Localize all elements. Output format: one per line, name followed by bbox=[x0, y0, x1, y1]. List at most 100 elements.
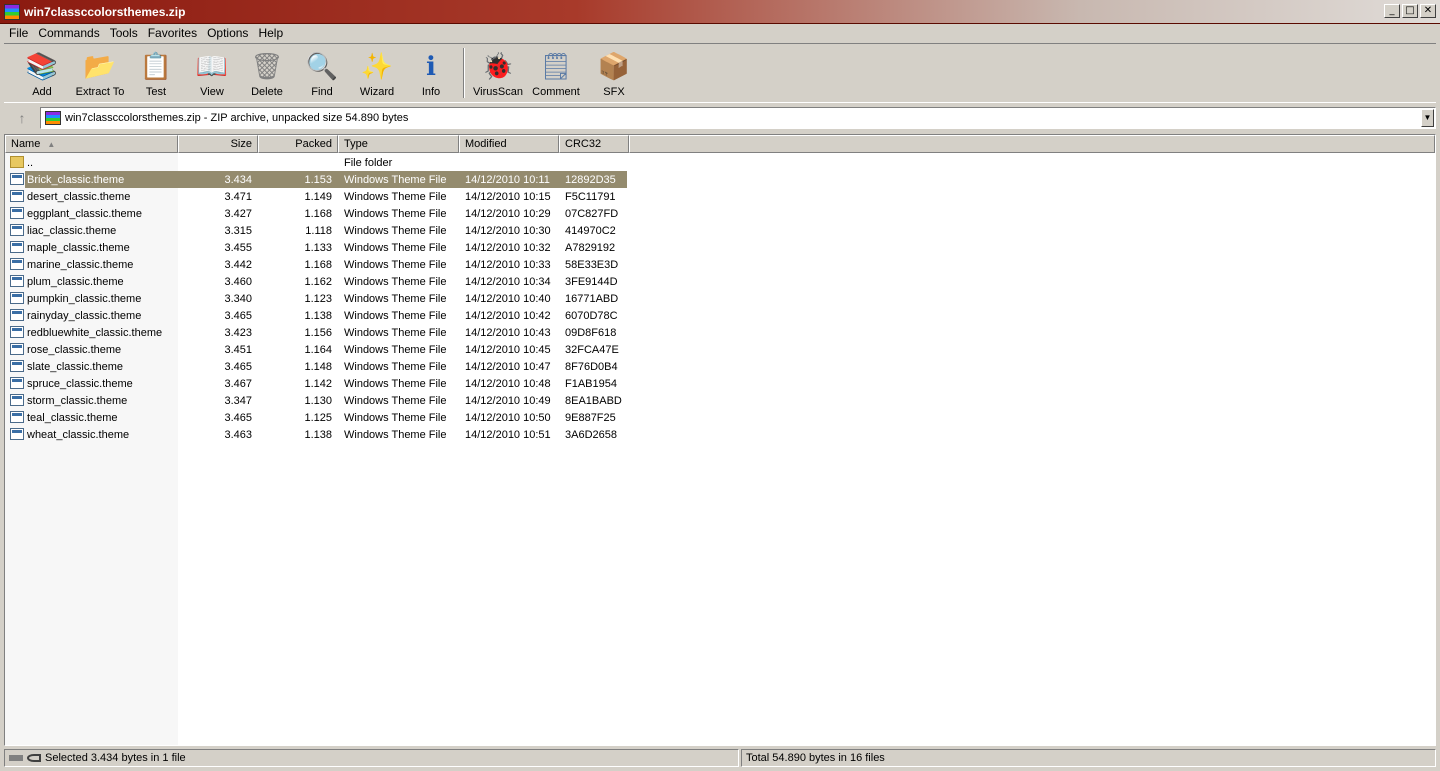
menu-commands[interactable]: Commands bbox=[33, 26, 104, 40]
file-row[interactable]: marine_classic.theme 3.442 1.168 Windows Th… bbox=[5, 256, 1435, 273]
parent-folder-row[interactable]: .. File folder bbox=[5, 154, 1435, 171]
file-row[interactable]: eggplant_classic.theme 3.427 1.168 Windows … bbox=[5, 205, 1435, 222]
view-icon: 📖 bbox=[195, 51, 229, 81]
file-modified: 14/12/2010 10:29 bbox=[465, 207, 551, 220]
file-name: redbluewhite_classic.theme bbox=[27, 326, 163, 339]
file-row[interactable]: Brick_classic.theme 3.434 1.153 Windows The… bbox=[5, 171, 1435, 188]
toolbar-test-button[interactable]: 📋 Test bbox=[128, 48, 184, 102]
file-name: spruce_classic.theme bbox=[27, 377, 133, 390]
file-packed-size: 1.133 bbox=[304, 241, 332, 254]
file-packed-size: 1.118 bbox=[305, 224, 332, 237]
file-row[interactable]: storm_classic.theme 3.347 1.130 Windows The… bbox=[5, 392, 1435, 409]
file-row[interactable]: rainyday_classic.theme 3.465 1.138 Windows … bbox=[5, 307, 1435, 324]
menu-help[interactable]: Help bbox=[253, 26, 288, 40]
file-list[interactable]: Name ▲ Size Packed Type Modified CRC32 .… bbox=[4, 134, 1436, 746]
file-row[interactable]: pumpkin_classic.theme 3.340 1.123 Windows T… bbox=[5, 290, 1435, 307]
column-header: Name ▲ Size Packed Type Modified CRC32 bbox=[5, 135, 1435, 153]
toolbar-button-label: Find bbox=[311, 86, 333, 98]
file-crc32: 16771ABD bbox=[565, 292, 619, 305]
file-packed-size: 1.156 bbox=[304, 326, 332, 339]
maximize-button[interactable]: □ bbox=[1402, 4, 1418, 18]
toolbar-wizard-button[interactable]: ✨ Wizard bbox=[350, 48, 404, 102]
folder-icon-cell bbox=[5, 155, 25, 170]
toolbar-button-label: Extract To bbox=[75, 86, 125, 98]
up-folder-button[interactable]: ↑ bbox=[4, 107, 40, 129]
toolbar-comment-button[interactable]: 🗒 Comment bbox=[526, 48, 586, 102]
file-size: 3.465 bbox=[224, 309, 252, 322]
virus-scan-icon: 🐞 bbox=[481, 51, 515, 81]
minimize-button[interactable]: _ bbox=[1384, 4, 1400, 18]
file-type: Windows Theme File bbox=[344, 190, 447, 203]
parent-folder-name: .. bbox=[27, 156, 34, 169]
theme-file-icon bbox=[10, 275, 24, 287]
file-packed-size: 1.123 bbox=[304, 292, 332, 305]
file-icon-cell bbox=[5, 427, 25, 442]
file-modified: 14/12/2010 10:47 bbox=[465, 360, 551, 373]
file-row[interactable]: teal_classic.theme 3.465 1.125 Windows Them… bbox=[5, 409, 1435, 426]
file-rows: .. File folder Brick_classic.theme 3.434 1… bbox=[5, 154, 1435, 443]
file-name: storm_classic.theme bbox=[27, 394, 128, 407]
file-row[interactable]: wheat_classic.theme 3.463 1.138 Windows The… bbox=[5, 426, 1435, 443]
file-icon-cell bbox=[5, 274, 25, 289]
theme-file-icon bbox=[10, 224, 24, 236]
key-icon[interactable] bbox=[27, 754, 41, 762]
toolbar-button-label: Test bbox=[145, 86, 167, 98]
drive-icon[interactable] bbox=[9, 755, 23, 761]
address-row: ↑ win7classccolorsthemes.zip - ZIP archi… bbox=[4, 106, 1436, 130]
column-header-type[interactable]: Type bbox=[338, 135, 459, 153]
column-header-crc32[interactable]: CRC32 bbox=[559, 135, 629, 153]
theme-file-icon bbox=[10, 241, 24, 253]
file-size: 3.465 bbox=[224, 360, 252, 373]
file-name: rainyday_classic.theme bbox=[27, 309, 142, 322]
file-icon-cell bbox=[5, 223, 25, 238]
status-total-text: Total 54.890 bytes in 16 files bbox=[746, 752, 885, 764]
file-row[interactable]: spruce_classic.theme 3.467 1.142 Windows Th… bbox=[5, 375, 1435, 392]
toolbar-info-button[interactable]: ℹ Info bbox=[404, 48, 458, 102]
theme-file-icon bbox=[10, 360, 24, 372]
column-header-size[interactable]: Size bbox=[178, 135, 258, 153]
file-row[interactable]: slate_classic.theme 3.465 1.148 Windows The… bbox=[5, 358, 1435, 375]
toolbar-button-label: Wizard bbox=[359, 86, 395, 98]
file-row[interactable]: redbluewhite_classic.theme 3.423 1.156 Wind… bbox=[5, 324, 1435, 341]
menu-options[interactable]: Options bbox=[202, 26, 253, 40]
theme-file-icon bbox=[10, 411, 24, 423]
file-row[interactable]: maple_classic.theme 3.455 1.133 Windows The… bbox=[5, 239, 1435, 256]
extract-to-icon: 📂 bbox=[83, 51, 117, 81]
file-row[interactable]: rose_classic.theme 3.451 1.164 Windows Them… bbox=[5, 341, 1435, 358]
column-header-modified[interactable]: Modified bbox=[459, 135, 559, 153]
column-header-packed[interactable]: Packed bbox=[258, 135, 338, 153]
file-type: Windows Theme File bbox=[344, 360, 447, 373]
file-modified: 14/12/2010 10:50 bbox=[465, 411, 551, 424]
menu-file[interactable]: File bbox=[4, 26, 33, 40]
file-modified: 14/12/2010 10:48 bbox=[465, 377, 551, 390]
file-row[interactable]: plum_classic.theme 3.460 1.162 Windows Them… bbox=[5, 273, 1435, 290]
menu-tools[interactable]: Tools bbox=[105, 26, 143, 40]
file-size: 3.347 bbox=[224, 394, 252, 407]
file-crc32: 8EA1BABD bbox=[565, 394, 622, 407]
status-bar: Selected 3.434 bytes in 1 file Total 54.… bbox=[4, 748, 1436, 768]
toolbar-delete-button[interactable]: 🗑 Delete bbox=[240, 48, 294, 102]
file-name: wheat_classic.theme bbox=[27, 428, 130, 441]
file-icon-cell bbox=[5, 308, 25, 323]
file-size: 3.471 bbox=[224, 190, 252, 203]
file-row[interactable]: desert_classic.theme 3.471 1.149 Windows Th… bbox=[5, 188, 1435, 205]
file-packed-size: 1.138 bbox=[304, 428, 332, 441]
file-type: Windows Theme File bbox=[344, 241, 447, 254]
address-bar[interactable]: win7classccolorsthemes.zip - ZIP archive… bbox=[40, 107, 1436, 129]
toolbar-find-button[interactable]: 🔍 Find bbox=[294, 48, 350, 102]
toolbar-extract-to-button[interactable]: 📂 Extract To bbox=[72, 48, 128, 102]
menu-favorites[interactable]: Favorites bbox=[143, 26, 202, 40]
toolbar-view-button[interactable]: 📖 View bbox=[184, 48, 240, 102]
file-crc32: A7829192 bbox=[565, 241, 616, 254]
file-modified: 14/12/2010 10:42 bbox=[465, 309, 551, 322]
add-archive-icon: 📚 bbox=[25, 51, 59, 81]
file-icon-cell bbox=[5, 291, 25, 306]
address-dropdown-button[interactable]: ▼ bbox=[1421, 109, 1434, 127]
close-button[interactable]: ✕ bbox=[1420, 4, 1436, 18]
toolbar-add-button[interactable]: 📚 Add bbox=[12, 48, 72, 102]
winrar-app-icon[interactable] bbox=[4, 3, 20, 20]
column-header-name[interactable]: Name ▲ bbox=[5, 135, 178, 153]
file-row[interactable]: liac_classic.theme 3.315 1.118 Windows Them… bbox=[5, 222, 1435, 239]
toolbar-sfx-button[interactable]: 📦 SFX bbox=[586, 48, 642, 102]
toolbar-virusscan-button[interactable]: 🐞 VirusScan bbox=[470, 48, 526, 102]
